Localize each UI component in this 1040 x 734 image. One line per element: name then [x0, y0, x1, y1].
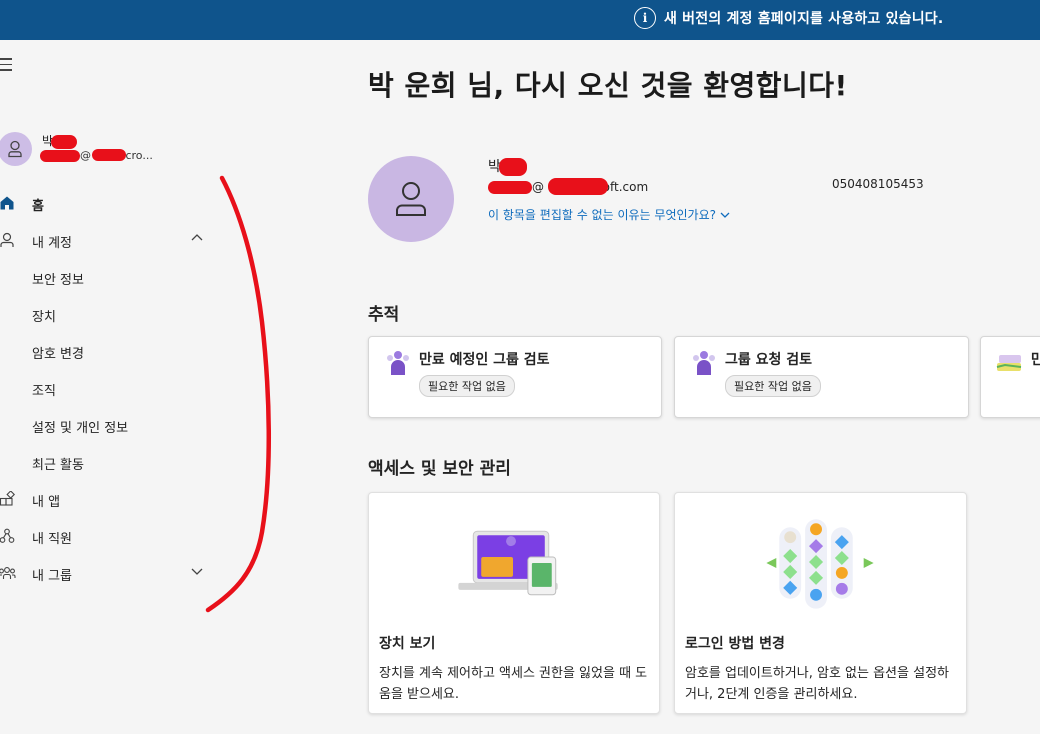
- sidebar-item-devices[interactable]: 장치: [0, 301, 220, 327]
- card-title: 장치 보기: [379, 636, 436, 652]
- profile-email: @ onmicrosoft.com: [488, 178, 648, 195]
- sidebar-item-label: 최근 활동: [32, 458, 84, 473]
- group-request-icon: [693, 351, 715, 375]
- status-badge: 필요한 작업 없음: [419, 375, 515, 397]
- sidebar-user[interactable]: 박 @ .onmicro...: [0, 130, 200, 166]
- profile-avatar: [368, 156, 454, 242]
- person-icon: [8, 140, 22, 158]
- profile-name: 박: [488, 156, 527, 176]
- card-title: 만료 예정인 그룹 검토: [419, 352, 550, 368]
- package-icon: [996, 355, 1022, 371]
- banner-text: 새 버전의 계정 홈페이지를 사용하고 있습니다.: [664, 11, 944, 27]
- redaction-mark: [40, 150, 80, 162]
- sidebar-item-label: 조직: [32, 384, 56, 399]
- devices-illustration-icon: [458, 530, 558, 596]
- card-title: 그룹 요청 검토: [725, 352, 813, 368]
- sidebar-item-my-account[interactable]: 내 계정: [0, 227, 220, 253]
- people-network-icon: [0, 528, 16, 544]
- annotation-curve: [205, 175, 272, 613]
- sidebar-item-my-staff[interactable]: 내 직원: [0, 523, 220, 549]
- group-requests-card[interactable]: 그룹 요청 검토 필요한 작업 없음: [674, 336, 969, 418]
- sidebar-item-security-info[interactable]: 보안 정보: [0, 264, 220, 290]
- change-signin-method-card[interactable]: 로그인 방법 변경 암호를 업데이트하거나, 암호 없는 옵션을 설정하거나, …: [674, 492, 967, 714]
- chevron-down-icon: [720, 212, 730, 218]
- redaction-mark: [92, 149, 126, 161]
- redaction-mark: [498, 158, 527, 176]
- card-title: 로그인 방법 변경: [685, 636, 785, 652]
- access-section-title: 액세스 및 보안 관리: [368, 459, 511, 479]
- person-icon: [0, 232, 16, 248]
- sidebar-item-label: 내 앱: [32, 495, 61, 510]
- third-tracking-card[interactable]: 만: [980, 336, 1040, 418]
- expiring-groups-card[interactable]: 만료 예정인 그룹 검토 필요한 작업 없음: [368, 336, 662, 418]
- status-badge: 필요한 작업 없음: [725, 375, 821, 397]
- sidebar-item-recent-activity[interactable]: 최근 활동: [0, 449, 220, 475]
- page-title: 박 운희 님, 다시 오신 것을 환영합니다!: [368, 69, 848, 102]
- redaction-mark: [488, 181, 532, 194]
- group-icon: [0, 565, 16, 581]
- sidebar-item-label: 장치: [32, 310, 56, 325]
- card-title: 만: [1031, 349, 1040, 369]
- tracking-section-title: 추적: [368, 305, 400, 325]
- info-icon: i: [634, 7, 656, 29]
- sidebar-item-label: 암호 변경: [32, 347, 84, 362]
- view-devices-card[interactable]: 장치 보기 장치를 계속 제어하고 액세스 권한을 잃었을 때 도움을 받으세요…: [368, 492, 660, 714]
- signin-methods-illustration-icon: [766, 519, 874, 609]
- person-icon: [396, 182, 426, 216]
- sidebar-item-organizations[interactable]: 조직: [0, 375, 220, 401]
- sidebar-user-name: 박: [42, 132, 78, 149]
- sidebar-item-settings-privacy[interactable]: 설정 및 개인 정보: [0, 412, 220, 438]
- banner-info: i 새 버전의 계정 홈페이지를 사용하고 있습니다.: [634, 7, 943, 29]
- card-description: 암호를 업데이트하거나, 암호 없는 옵션을 설정하거나, 2단계 인증을 관리…: [685, 666, 949, 702]
- sidebar-item-my-groups[interactable]: 내 그룹: [0, 560, 220, 586]
- redaction-mark: [51, 134, 78, 149]
- sidebar-item-label: 내 직원: [32, 532, 73, 547]
- card-description: 장치를 계속 제어하고 액세스 권한을 잃었을 때 도움을 받으세요.: [379, 666, 648, 702]
- sidebar-item-home[interactable]: 홈: [0, 190, 220, 216]
- sidebar-item-label: 보안 정보: [32, 273, 84, 288]
- sidebar-item-password[interactable]: 암호 변경: [0, 338, 220, 364]
- group-review-icon: [387, 351, 409, 375]
- sidebar-item-label: 내 계정: [32, 236, 73, 251]
- sidebar-item-label: 내 그룹: [32, 569, 73, 584]
- menu-toggle-icon[interactable]: [0, 58, 14, 72]
- sidebar-user-email: @ .onmicro...: [40, 149, 153, 162]
- apps-icon: [0, 491, 16, 507]
- redaction-mark: [548, 178, 608, 195]
- avatar: [0, 132, 32, 166]
- new-version-banner: i 새 버전의 계정 홈페이지를 사용하고 있습니다.: [0, 0, 1040, 40]
- home-icon: [0, 195, 16, 211]
- profile-phone: 050408105453: [832, 177, 924, 191]
- sidebar-item-label: 홈: [32, 199, 44, 214]
- sidebar-item-label: 설정 및 개인 정보: [32, 421, 129, 436]
- sidebar-item-my-apps[interactable]: 내 앱: [0, 486, 220, 512]
- edit-info-link[interactable]: 이 항목을 편집할 수 없는 이유는 무엇인가요?: [488, 206, 730, 223]
